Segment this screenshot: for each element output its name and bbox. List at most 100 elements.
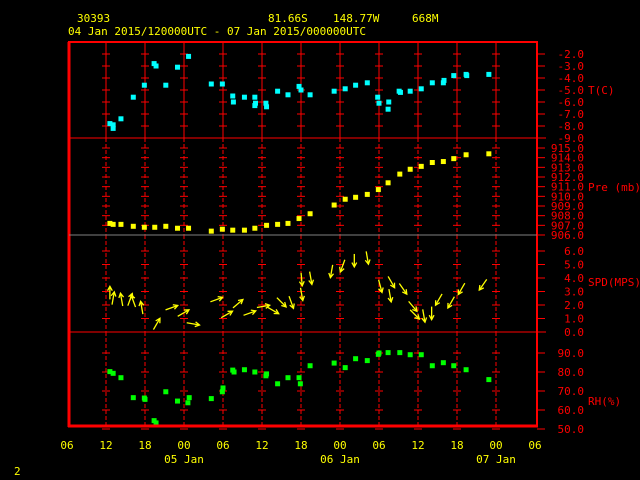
wind-arrow bbox=[243, 309, 258, 316]
wind-arrow bbox=[177, 309, 191, 317]
pressure-point bbox=[463, 152, 469, 158]
temperature-point bbox=[141, 82, 147, 88]
pressure-point bbox=[186, 225, 192, 231]
humidity-point bbox=[186, 395, 192, 401]
temperature-point bbox=[110, 125, 116, 131]
humidity-point bbox=[264, 371, 270, 377]
humidity-point bbox=[220, 385, 226, 391]
temperature-point bbox=[364, 80, 370, 86]
pressure-tick-label: 906.0 bbox=[551, 229, 584, 242]
wind-arrow bbox=[428, 306, 435, 321]
pressure-point bbox=[451, 156, 457, 162]
pressure-point bbox=[219, 226, 225, 232]
temperature-point bbox=[298, 87, 304, 93]
hour-tick-label: 12 bbox=[411, 439, 424, 452]
station-id: 30393 bbox=[77, 12, 110, 25]
wind-arrow bbox=[351, 253, 358, 269]
pressure-point bbox=[486, 151, 492, 157]
temperature-point bbox=[451, 73, 457, 79]
wind-arrow bbox=[129, 293, 137, 308]
humidity-point bbox=[208, 396, 214, 402]
hour-tick-label: 06 bbox=[528, 439, 541, 452]
temperature-point bbox=[375, 94, 381, 100]
hour-tick-label: 12 bbox=[99, 439, 112, 452]
humidity-point bbox=[185, 400, 191, 406]
temperature-point bbox=[275, 88, 281, 94]
wind-arrow bbox=[110, 290, 117, 305]
wind-speed-tick-label: 5.0 bbox=[564, 259, 584, 272]
humidity-point bbox=[418, 352, 424, 358]
meteogram: 30393 81.66S 148.77W 668M 04 Jan 2015/12… bbox=[14, 12, 640, 478]
temperature-point bbox=[353, 82, 359, 88]
temperature-point bbox=[230, 99, 236, 105]
humidity-point bbox=[342, 365, 348, 371]
wind-arrow bbox=[408, 300, 418, 313]
temperature-point bbox=[397, 89, 403, 95]
humidity-axis-label: RH(%) bbox=[588, 395, 621, 408]
wind-arrow bbox=[152, 317, 161, 330]
hour-tick-label: 18 bbox=[450, 439, 463, 452]
wind-arrow bbox=[210, 295, 224, 303]
wind-arrow bbox=[409, 309, 421, 321]
pressure-axis-label: Pre (mb) bbox=[588, 181, 640, 194]
humidity-point bbox=[486, 377, 492, 383]
hour-tick-label: 18 bbox=[138, 439, 151, 452]
wind-speed-tick-label: 2.0 bbox=[564, 299, 584, 312]
pressure-point bbox=[118, 221, 124, 227]
date-tick-label: 07 Jan bbox=[476, 453, 516, 466]
humidity-point bbox=[118, 375, 124, 381]
temperature-point bbox=[441, 77, 447, 83]
hour-tick-label: 12 bbox=[255, 439, 268, 452]
station-elevation: 668M bbox=[412, 12, 439, 25]
humidity-point bbox=[142, 396, 148, 402]
wind-arrow bbox=[165, 304, 180, 311]
wind-arrow bbox=[421, 309, 428, 324]
pressure-point bbox=[230, 227, 236, 233]
temperature-point bbox=[407, 88, 413, 94]
temperature-point bbox=[130, 94, 136, 100]
humidity-point bbox=[440, 360, 446, 366]
pressure-point bbox=[264, 222, 270, 228]
date-tick-label: 05 Jan bbox=[164, 453, 204, 466]
wind-arrow bbox=[387, 289, 394, 304]
pressure-point bbox=[285, 220, 291, 226]
humidity-point bbox=[296, 375, 302, 381]
pressure-point bbox=[407, 166, 413, 172]
temperature-point bbox=[252, 103, 258, 109]
wind-arrow bbox=[138, 299, 145, 315]
axes: -2.0-3.0-4.0-5.0-6.0-7.0-8.0-9.0T(C)915.… bbox=[60, 41, 640, 466]
humidity-point bbox=[331, 360, 337, 366]
wind-arrow bbox=[232, 298, 244, 309]
pressure-point bbox=[342, 196, 348, 202]
page-number: 2 bbox=[14, 465, 21, 478]
temperature-point bbox=[464, 73, 470, 79]
temperature-point bbox=[307, 92, 313, 98]
pressure-point bbox=[353, 194, 359, 200]
humidity-tick-label: 70.0 bbox=[558, 385, 585, 398]
temperature-point bbox=[342, 86, 348, 92]
pressure-point bbox=[110, 221, 116, 227]
temperature-point bbox=[118, 116, 124, 122]
temperature-point bbox=[418, 86, 424, 92]
temperature-point bbox=[429, 80, 435, 86]
temperature-point bbox=[486, 71, 492, 77]
wind-arrow bbox=[364, 251, 371, 266]
hour-tick-label: 18 bbox=[294, 439, 307, 452]
humidity-point bbox=[397, 350, 403, 356]
humidity-point bbox=[163, 389, 169, 395]
wind-arrow bbox=[387, 276, 396, 289]
humidity-point bbox=[353, 356, 359, 362]
wind-arrow bbox=[398, 283, 408, 296]
pressure-point bbox=[375, 187, 381, 193]
wind-speed-tick-label: 3.0 bbox=[564, 286, 584, 299]
humidity-point bbox=[429, 363, 435, 369]
wind-arrow bbox=[457, 282, 466, 296]
temperature-point bbox=[163, 82, 169, 88]
wind-arrow bbox=[434, 293, 443, 307]
date-tick-label: 06 Jan bbox=[320, 453, 360, 466]
hour-tick-label: 06 bbox=[216, 439, 229, 452]
header: 30393 81.66S 148.77W 668M 04 Jan 2015/12… bbox=[68, 12, 439, 38]
hour-tick-label: 00 bbox=[333, 439, 346, 452]
wind-arrow bbox=[276, 297, 288, 308]
temperature-point bbox=[385, 106, 391, 112]
